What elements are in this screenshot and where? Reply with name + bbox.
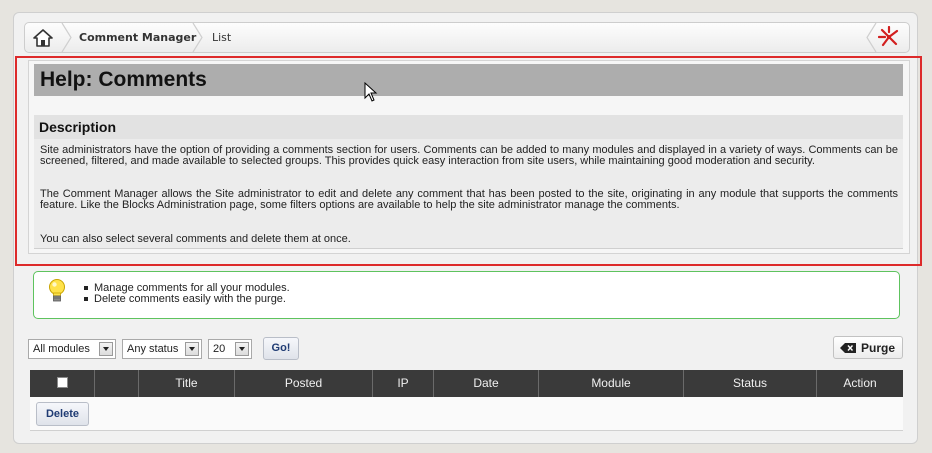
column-header-date[interactable]: Date bbox=[434, 370, 539, 397]
comments-table-body bbox=[30, 397, 903, 431]
module-filter-value: All modules bbox=[33, 343, 90, 355]
tip-item: Delete comments easily with the purge. bbox=[84, 294, 290, 305]
breadcrumb-list: List bbox=[212, 31, 232, 44]
home-icon[interactable] bbox=[33, 29, 53, 47]
column-header-action: Action bbox=[843, 376, 877, 390]
lightbulb-icon bbox=[49, 279, 65, 302]
purge-button[interactable]: Purge bbox=[833, 336, 903, 359]
delete-button[interactable]: Delete bbox=[36, 402, 89, 426]
select-all-checkbox[interactable] bbox=[56, 377, 68, 388]
breadcrumb-comment-manager[interactable]: Comment Manager bbox=[79, 31, 196, 44]
select-all-header bbox=[30, 370, 95, 397]
module-filter-select[interactable]: All modules bbox=[28, 339, 116, 359]
chevron-down-icon bbox=[99, 342, 113, 356]
comments-table-header: Title Posted IP Date Module Status Actio… bbox=[30, 370, 903, 397]
breadcrumb-logo-area bbox=[865, 23, 909, 52]
tips-list: Manage comments for all your modules. De… bbox=[84, 283, 290, 305]
breadcrumb-separator bbox=[61, 23, 72, 52]
breadcrumb-separator bbox=[866, 23, 877, 52]
breadcrumb: Comment Manager List bbox=[24, 22, 910, 53]
column-header-posted[interactable]: Posted bbox=[235, 370, 373, 397]
tips-box: Manage comments for all your modules. De… bbox=[33, 271, 900, 319]
column-header bbox=[95, 370, 139, 397]
erase-icon bbox=[840, 343, 856, 353]
column-header-title[interactable]: Title bbox=[139, 370, 235, 397]
status-filter-select[interactable]: Any status bbox=[122, 339, 202, 359]
description-paragraph: Site administrators have the option of p… bbox=[40, 144, 898, 167]
description-paragraph: The Comment Manager allows the Site admi… bbox=[40, 188, 898, 211]
go-button[interactable]: Go! bbox=[263, 337, 299, 360]
description-paragraph: You can also select several comments and… bbox=[40, 233, 351, 245]
help-title: Help: Comments bbox=[34, 64, 903, 96]
chevron-down-icon bbox=[185, 342, 199, 356]
column-header-module[interactable]: Module bbox=[539, 370, 684, 397]
mouse-cursor-icon bbox=[364, 82, 378, 102]
limit-select[interactable]: 20 bbox=[208, 339, 252, 359]
joomla-logo-icon[interactable] bbox=[878, 26, 900, 48]
description-heading: Description bbox=[34, 115, 903, 139]
breadcrumb-separator bbox=[192, 23, 203, 52]
column-header-ip[interactable]: IP bbox=[373, 370, 434, 397]
purge-label: Purge bbox=[861, 341, 896, 355]
column-header-status[interactable]: Status bbox=[684, 370, 817, 397]
status-filter-value: Any status bbox=[127, 343, 179, 355]
chevron-down-icon bbox=[235, 342, 249, 356]
limit-value: 20 bbox=[213, 343, 226, 355]
